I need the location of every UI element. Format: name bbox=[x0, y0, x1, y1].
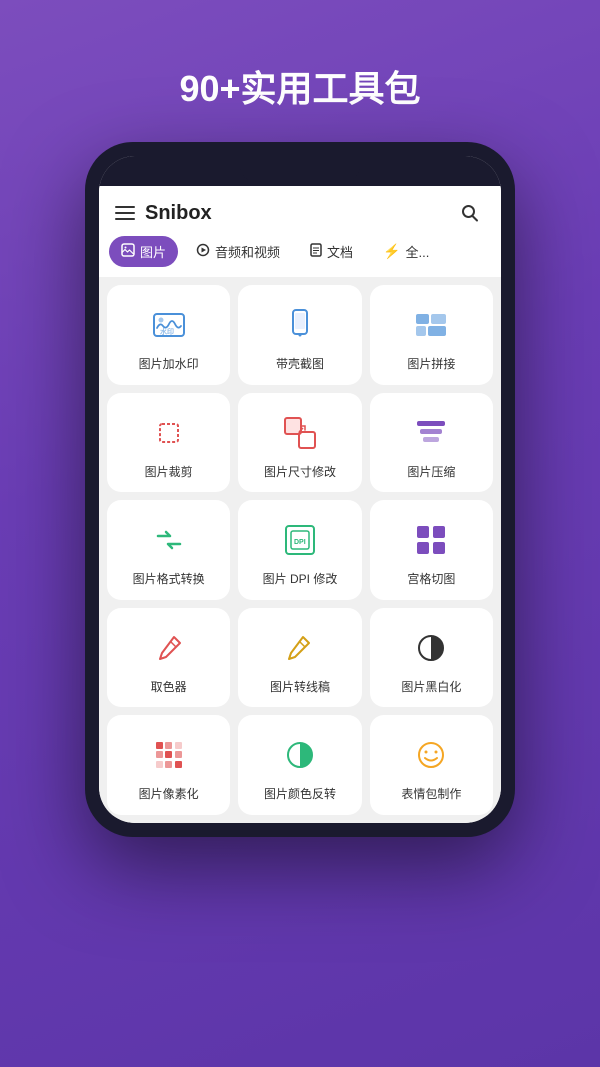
tab-images[interactable]: 图片 bbox=[109, 236, 178, 267]
tools-grid: 水印 图片加水印 带壳截图 bbox=[99, 277, 501, 823]
watermark-icon: 水印 bbox=[147, 303, 191, 347]
emoji-icon bbox=[409, 733, 453, 777]
tool-screenshot[interactable]: 带壳截图 bbox=[238, 285, 361, 385]
tool-emoji[interactable]: 表情包制作 bbox=[370, 715, 493, 815]
tabs-bar: 图片 音频和视频 bbox=[99, 236, 501, 277]
app-header: Snibox bbox=[99, 186, 501, 236]
tool-collage[interactable]: 图片拼接 bbox=[370, 285, 493, 385]
picker-label: 取色器 bbox=[151, 680, 187, 696]
search-icon bbox=[460, 203, 480, 223]
phone-screen: Snibox 图片 bbox=[99, 156, 501, 823]
pixel-icon bbox=[147, 733, 191, 777]
tool-dpi[interactable]: DPI 图片 DPI 修改 bbox=[238, 500, 361, 600]
pixel-label: 图片像素化 bbox=[139, 787, 199, 803]
tab-docs[interactable]: 文档 bbox=[298, 236, 365, 267]
dpi-label: 图片 DPI 修改 bbox=[263, 572, 338, 588]
tab-media[interactable]: 音频和视频 bbox=[184, 236, 292, 267]
tab-all-label: 全... bbox=[405, 242, 429, 261]
all-tab-icon: ⚡ bbox=[383, 243, 400, 260]
watermark-label: 图片加水印 bbox=[139, 357, 199, 373]
emoji-label: 表情包制作 bbox=[401, 787, 461, 803]
tab-media-label: 音频和视频 bbox=[215, 242, 280, 261]
crop-icon bbox=[147, 411, 191, 455]
tool-invert[interactable]: 图片颜色反转 bbox=[238, 715, 361, 815]
screenshot-icon bbox=[278, 303, 322, 347]
tool-bw[interactable]: 图片黑白化 bbox=[370, 608, 493, 708]
dpi-icon: DPI bbox=[278, 518, 322, 562]
convert-label: 图片格式转换 bbox=[133, 572, 205, 588]
invert-label: 图片颜色反转 bbox=[264, 787, 336, 803]
collage-icon bbox=[409, 303, 453, 347]
media-tab-icon bbox=[196, 243, 210, 260]
convert-icon bbox=[147, 518, 191, 562]
app-title: Snibox bbox=[145, 202, 212, 225]
svg-text:水印: 水印 bbox=[160, 327, 174, 336]
tab-docs-label: 文档 bbox=[327, 242, 353, 261]
invert-icon bbox=[278, 733, 322, 777]
grid-label: 宫格切图 bbox=[407, 572, 455, 588]
sketch-icon bbox=[278, 626, 322, 670]
screenshot-label: 带壳截图 bbox=[276, 357, 324, 373]
notch-cutout bbox=[240, 160, 360, 182]
collage-label: 图片拼接 bbox=[407, 357, 455, 373]
compress-icon bbox=[409, 411, 453, 455]
crop-label: 图片裁剪 bbox=[145, 465, 193, 481]
tool-convert[interactable]: 图片格式转换 bbox=[107, 500, 230, 600]
tab-images-label: 图片 bbox=[140, 242, 166, 261]
sketch-label: 图片转线稿 bbox=[270, 680, 330, 696]
menu-icon[interactable] bbox=[115, 206, 135, 220]
resize-icon bbox=[278, 411, 322, 455]
compress-label: 图片压缩 bbox=[407, 465, 455, 481]
tool-sketch[interactable]: 图片转线稿 bbox=[238, 608, 361, 708]
phone-notch bbox=[99, 156, 501, 186]
tab-all[interactable]: ⚡ 全... bbox=[371, 236, 441, 267]
tool-crop[interactable]: 图片裁剪 bbox=[107, 393, 230, 493]
svg-text:DPI: DPI bbox=[294, 539, 306, 546]
tool-watermark[interactable]: 水印 图片加水印 bbox=[107, 285, 230, 385]
images-tab-icon bbox=[121, 243, 135, 260]
bw-icon bbox=[409, 626, 453, 670]
tool-compress[interactable]: 图片压缩 bbox=[370, 393, 493, 493]
tool-resize[interactable]: 图片尺寸修改 bbox=[238, 393, 361, 493]
resize-label: 图片尺寸修改 bbox=[264, 465, 336, 481]
docs-tab-icon bbox=[310, 243, 322, 260]
tool-picker[interactable]: 取色器 bbox=[107, 608, 230, 708]
picker-icon bbox=[147, 626, 191, 670]
grid-icon bbox=[409, 518, 453, 562]
tool-pixel[interactable]: 图片像素化 bbox=[107, 715, 230, 815]
page-headline: 90+实用工具包 bbox=[179, 60, 420, 112]
bw-label: 图片黑白化 bbox=[401, 680, 461, 696]
search-button[interactable] bbox=[455, 198, 485, 228]
tool-grid[interactable]: 宫格切图 bbox=[370, 500, 493, 600]
phone-mockup: Snibox 图片 bbox=[85, 142, 515, 837]
header-left: Snibox bbox=[115, 202, 212, 225]
